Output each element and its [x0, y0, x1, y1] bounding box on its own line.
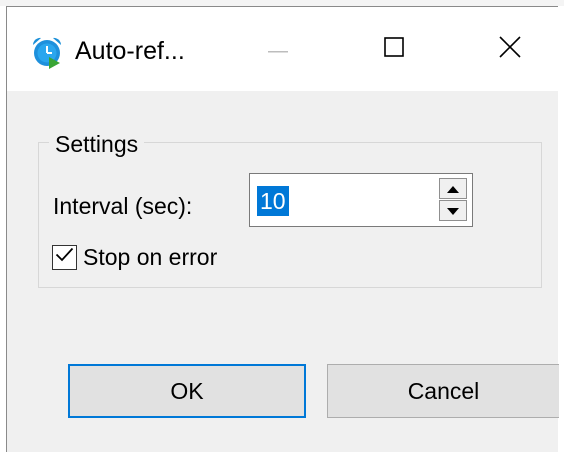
- spin-up-button[interactable]: [439, 178, 467, 199]
- interval-label: Interval (sec):: [53, 193, 193, 219]
- interval-input[interactable]: 10: [257, 186, 289, 216]
- maximize-icon: [384, 36, 404, 62]
- triangle-up-icon: [447, 180, 459, 198]
- cancel-button[interactable]: Cancel: [327, 364, 559, 418]
- stop-on-error-checkbox[interactable]: [52, 244, 77, 270]
- alarm-clock-refresh-icon: [30, 35, 64, 69]
- maximize-button[interactable]: [359, 7, 429, 91]
- triangle-down-icon: [447, 202, 459, 220]
- checkmark-icon: [55, 247, 74, 267]
- minimize-icon: [268, 40, 288, 58]
- stop-on-error-label: Stop on error: [83, 243, 218, 270]
- auto-refresh-dialog: Auto-ref... Settings Interval (sec): 10: [6, 6, 559, 452]
- settings-group-label: Settings: [49, 131, 145, 158]
- minimize-button[interactable]: [243, 7, 313, 91]
- window-title: Auto-ref...: [75, 37, 185, 65]
- title-bar[interactable]: Auto-ref...: [7, 7, 559, 91]
- stop-on-error-option[interactable]: Stop on error: [52, 240, 217, 274]
- interval-spinner[interactable]: 10: [249, 173, 473, 227]
- close-button[interactable]: [475, 7, 545, 91]
- spin-down-button[interactable]: [439, 200, 467, 221]
- ok-button[interactable]: OK: [68, 364, 306, 418]
- close-icon: [499, 35, 521, 63]
